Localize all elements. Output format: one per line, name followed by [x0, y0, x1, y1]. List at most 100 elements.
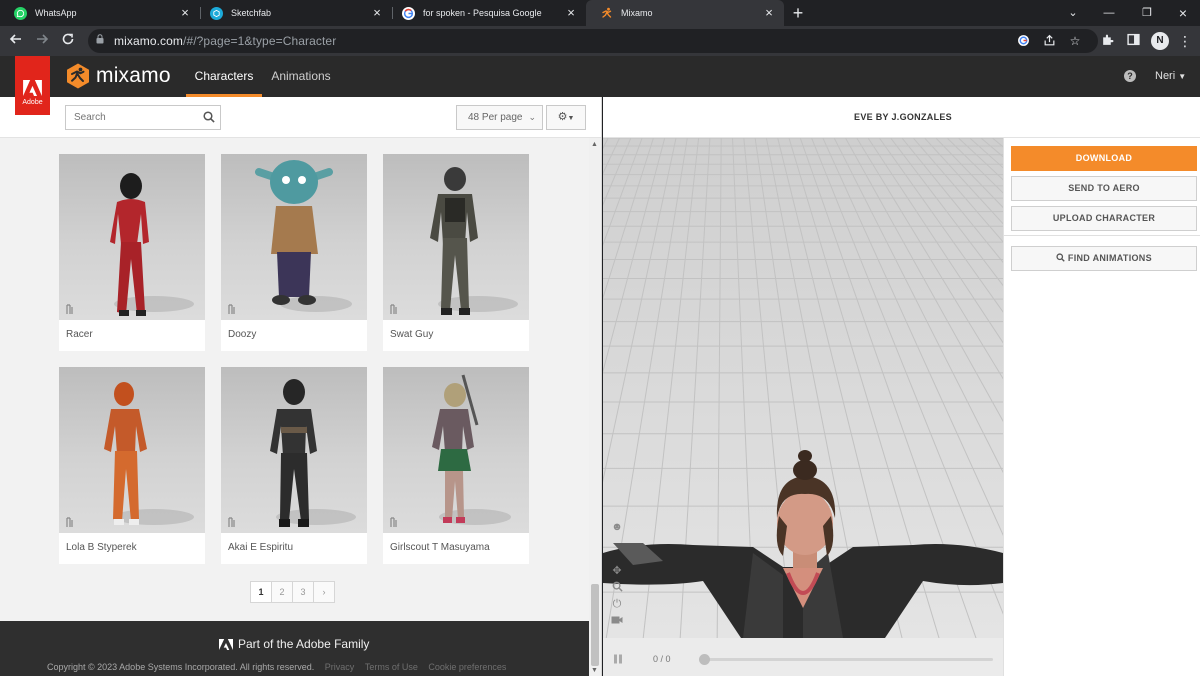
- tab-close-icon[interactable]: ×: [370, 6, 384, 20]
- settings-dropdown-button[interactable]: ⚙▼: [546, 105, 586, 130]
- caret-down-icon: ▼: [1178, 72, 1187, 81]
- character-thumbnail: [383, 367, 529, 533]
- minimize-button[interactable]: —: [1090, 0, 1128, 26]
- adobe-family-text: Part of the Adobe Family: [238, 637, 370, 651]
- t-pose-icon: [390, 304, 397, 314]
- restore-button[interactable]: ❐: [1128, 0, 1166, 26]
- copyright-row: Copyright © 2023 Adobe Systems Incorpora…: [47, 662, 506, 672]
- side-panel-icon[interactable]: [1125, 33, 1141, 49]
- share-icon[interactable]: [1042, 34, 1056, 48]
- scroll-up-icon[interactable]: ▲: [591, 141, 598, 148]
- sketchfab-icon: [210, 6, 223, 20]
- scroll-down-icon[interactable]: ▼: [591, 667, 598, 674]
- mixamo-wordmark[interactable]: mixamo: [96, 64, 171, 88]
- tab-close-icon[interactable]: ×: [178, 6, 192, 20]
- page-button-1[interactable]: 1: [250, 581, 272, 603]
- character-card[interactable]: Doozy: [221, 154, 367, 351]
- google-lens-icon[interactable]: [1016, 34, 1030, 48]
- mixamo-icon: [600, 7, 613, 20]
- privacy-link[interactable]: Privacy: [325, 662, 355, 672]
- reload-button[interactable]: [59, 32, 77, 50]
- timeline-track[interactable]: [703, 658, 993, 661]
- extensions-icon[interactable]: [1099, 33, 1115, 49]
- per-page-select[interactable]: 48 Per page ⌄: [456, 105, 543, 130]
- address-bar[interactable]: mixamo.com/#/?page=1&type=Character ☆: [88, 29, 1098, 53]
- browser-tab-google[interactable]: for spoken - Pesquisa Google ×: [388, 0, 586, 26]
- frame-counter: 0 / 0: [653, 654, 671, 664]
- browser-profile-avatar[interactable]: N: [1151, 32, 1169, 50]
- character-card[interactable]: Swat Guy: [383, 154, 529, 351]
- forward-button[interactable]: [33, 32, 51, 50]
- url-text: mixamo.com/#/?page=1&type=Character: [114, 34, 336, 48]
- character-library: 48 Per page ⌄ ⚙▼ Racer: [0, 97, 602, 676]
- character-card[interactable]: Racer: [59, 154, 205, 351]
- new-tab-button[interactable]: +: [788, 2, 808, 24]
- kebab-menu-icon[interactable]: ⋮: [1177, 33, 1193, 49]
- t-pose-icon: [228, 304, 235, 314]
- viewer-header: EVE BY J.GONZALES: [603, 97, 1200, 138]
- browser-tab-sketchfab[interactable]: Sketchfab ×: [196, 0, 392, 26]
- browser-tabstrip: WhatsApp × Sketchfab × for spoken - Pesq…: [0, 0, 1200, 26]
- reset-view-icon[interactable]: ⏻: [610, 597, 624, 611]
- action-divider: [1004, 235, 1200, 236]
- viewport-scene: [603, 138, 1003, 638]
- whatsapp-icon: [14, 6, 27, 20]
- search-icon: [1056, 253, 1065, 262]
- browser-tab-whatsapp[interactable]: WhatsApp ×: [0, 0, 200, 26]
- scrollbar-thumb[interactable]: [591, 584, 599, 666]
- character-card[interactable]: Akai E Espiritu: [221, 367, 367, 564]
- send-to-aero-button[interactable]: SEND TO AERO: [1011, 176, 1197, 201]
- 3d-viewport[interactable]: [603, 138, 1003, 638]
- google-icon: [402, 6, 415, 20]
- animation-timeline: 0 / 0: [603, 638, 1003, 676]
- character-name: Lola B Styperek: [66, 542, 137, 553]
- t-pose-icon: [390, 517, 397, 527]
- per-page-value: 48 Per page: [468, 112, 523, 123]
- character-thumbnail: [383, 154, 529, 320]
- skeleton-toggle-icon[interactable]: ☻: [610, 520, 624, 534]
- library-scrollbar[interactable]: ▲ ▼: [589, 138, 601, 676]
- find-animations-button[interactable]: FIND ANIMATIONS: [1011, 246, 1197, 271]
- close-window-button[interactable]: ×: [1164, 0, 1200, 26]
- camera-icon[interactable]: [610, 615, 624, 629]
- character-card[interactable]: Lola B Styperek: [59, 367, 205, 564]
- cookie-preferences-link[interactable]: Cookie preferences: [428, 662, 506, 672]
- pan-icon[interactable]: ✥: [610, 564, 624, 578]
- terms-link[interactable]: Terms of Use: [365, 662, 418, 672]
- tab-close-icon[interactable]: ×: [564, 6, 578, 20]
- character-name: Girlscout T Masuyama: [390, 542, 490, 553]
- character-name: Doozy: [228, 329, 257, 340]
- timeline-scrubber[interactable]: [699, 654, 710, 665]
- mixamo-logo-icon[interactable]: [66, 63, 90, 89]
- tab-label: for spoken - Pesquisa Google: [423, 8, 542, 18]
- pause-icon[interactable]: [613, 654, 623, 664]
- adobe-logo-icon: [23, 80, 42, 96]
- page-button-3[interactable]: 3: [292, 581, 314, 603]
- browser-tab-mixamo[interactable]: Mixamo ×: [586, 0, 784, 26]
- tab-label: Sketchfab: [231, 8, 272, 18]
- tab-close-icon[interactable]: ×: [762, 6, 776, 20]
- browser-toolbar: mixamo.com/#/?page=1&type=Character ☆ ⋮: [0, 26, 1200, 56]
- filter-bar: 48 Per page ⌄ ⚙▼: [0, 97, 601, 138]
- character-card[interactable]: Girlscout T Masuyama: [383, 367, 529, 564]
- user-menu[interactable]: Neri ▼: [1155, 70, 1186, 82]
- adobe-badge[interactable]: Adobe: [15, 56, 50, 115]
- search-icon[interactable]: [203, 111, 215, 123]
- search-input[interactable]: [65, 105, 221, 130]
- character-thumbnail: [221, 154, 367, 320]
- tab-animations[interactable]: Animations: [266, 56, 336, 97]
- download-button[interactable]: DOWNLOAD: [1011, 146, 1197, 171]
- page-button-2[interactable]: 2: [271, 581, 293, 603]
- zoom-icon[interactable]: [610, 581, 624, 595]
- back-button[interactable]: [7, 32, 25, 50]
- tab-characters[interactable]: Characters: [186, 56, 262, 97]
- lock-icon: [96, 34, 104, 44]
- bookmark-star-icon[interactable]: ☆: [1068, 34, 1082, 48]
- t-pose-icon: [66, 517, 73, 527]
- help-icon[interactable]: ?: [1124, 70, 1136, 82]
- tab-search-icon[interactable]: ⌄: [1054, 0, 1092, 26]
- footer: Part of the Adobe Family Copyright © 202…: [0, 621, 590, 676]
- t-pose-icon: [66, 304, 73, 314]
- next-page-button[interactable]: ›: [313, 581, 335, 603]
- upload-character-button[interactable]: UPLOAD CHARACTER: [1011, 206, 1197, 231]
